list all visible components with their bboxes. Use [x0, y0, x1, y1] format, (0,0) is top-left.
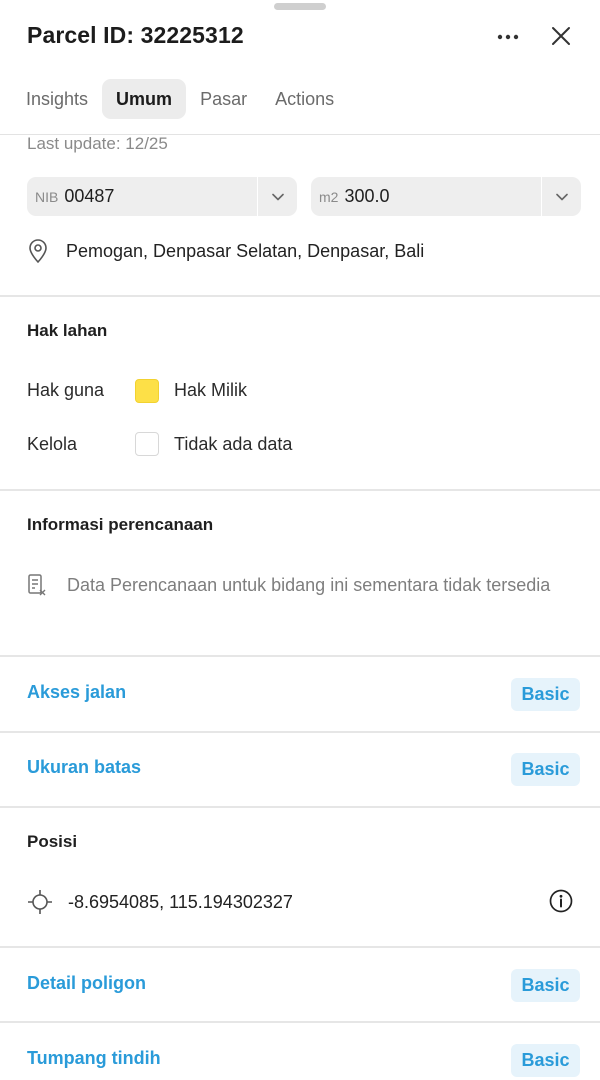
more-options-button[interactable] [490, 24, 526, 50]
kelola-label: Kelola [27, 434, 78, 454]
crosshair-icon [28, 890, 52, 914]
hak-guna-label: Hak guna [27, 380, 105, 400]
perencanaan-message: Data Perencanaan untuk bidang ini sement… [67, 575, 551, 595]
chevron-down-icon [271, 193, 284, 200]
panel-header: Parcel ID: 32225312 [0, 0, 600, 72]
parcel-title: Parcel ID: 32225312 [27, 22, 244, 48]
location-pin-icon [29, 239, 47, 264]
area-value: 300.0 [344, 186, 390, 206]
coordinates-text: -8.6954085, 115.194302327 [68, 891, 293, 912]
more-horizontal-icon [497, 34, 519, 40]
nib-field[interactable]: NIB 00487 [27, 177, 297, 216]
nib-dropdown-button[interactable] [257, 177, 297, 216]
area-field[interactable]: m2 300.0 [311, 177, 581, 216]
perencanaan-info: Data Perencanaan untuk bidang ini sement… [27, 572, 567, 599]
hak-guna-color-swatch [135, 379, 159, 403]
nib-value: 00487 [64, 186, 115, 206]
akses-jalan-label: Akses jalan [27, 682, 127, 702]
akses-jalan-badge: Basic [511, 678, 580, 711]
close-button[interactable] [545, 20, 577, 52]
perencanaan-title: Informasi perencanaan [27, 515, 214, 534]
tab-umum[interactable]: Umum [102, 79, 187, 119]
detail-poligon-badge: Basic [511, 969, 580, 1002]
coordinates-info-button[interactable] [548, 888, 574, 914]
info-icon [549, 889, 573, 913]
coordinates-row: -8.6954085, 115.194302327 [27, 889, 293, 915]
section-divider [0, 806, 600, 808]
kelola-value: Tidak ada data [174, 434, 293, 454]
address-text: Pemogan, Denpasar Selatan, Denpasar, Bal… [66, 240, 425, 261]
area-dropdown-button[interactable] [541, 177, 581, 216]
detail-poligon-label: Detail poligon [27, 973, 146, 993]
section-divider [0, 295, 600, 297]
tab-bar: Insights Umum Pasar Actions [12, 79, 348, 119]
ukuran-batas-badge: Basic [511, 753, 580, 786]
ukuran-batas-label: Ukuran batas [27, 757, 142, 777]
address-row: Pemogan, Denpasar Selatan, Denpasar, Bal… [27, 238, 424, 264]
detail-poligon-row[interactable]: Detail poligon Basic [0, 948, 600, 1022]
area-prefix: m2 [319, 188, 339, 205]
section-divider [0, 489, 600, 491]
tumpang-tindih-badge: Basic [511, 1044, 580, 1077]
akses-jalan-row[interactable]: Akses jalan Basic [0, 657, 600, 731]
posisi-title: Posisi [27, 832, 78, 851]
last-update-text: Last update: 12/25 [27, 134, 168, 153]
tumpang-tindih-label: Tumpang tindih [27, 1048, 161, 1068]
nib-prefix: NIB [35, 188, 59, 205]
tab-insights[interactable]: Insights [12, 79, 102, 119]
no-data-document-icon [28, 574, 46, 596]
close-icon [552, 27, 570, 45]
ukuran-batas-row[interactable]: Ukuran batas Basic [0, 733, 600, 807]
tab-pasar[interactable]: Pasar [186, 79, 261, 119]
kelola-color-swatch [135, 432, 159, 456]
hak-guna-value: Hak Milik [174, 380, 248, 400]
chevron-down-icon [555, 193, 568, 200]
tumpang-tindih-row[interactable]: Tumpang tindih Basic [0, 1023, 600, 1080]
tab-actions[interactable]: Actions [261, 79, 348, 119]
hak-lahan-title: Hak lahan [27, 321, 108, 340]
